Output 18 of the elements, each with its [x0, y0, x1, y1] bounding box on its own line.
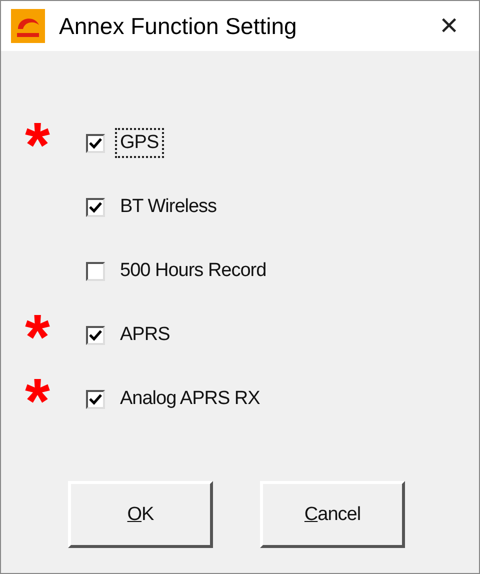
checkbox[interactable] — [86, 198, 105, 216]
checkbox[interactable] — [86, 390, 105, 408]
close-button[interactable]: ✕ — [429, 12, 469, 40]
cancel-button[interactable]: Cancel — [260, 481, 405, 548]
checkbox[interactable] — [86, 262, 105, 280]
ok-button[interactable]: OK — [68, 481, 213, 548]
checkbox-label[interactable]: BT Wireless — [115, 192, 222, 222]
checkbox[interactable] — [86, 134, 105, 152]
checkbox-label[interactable]: GPS — [115, 128, 164, 158]
window-title: Annex Function Setting — [59, 12, 298, 40]
app-logo-icon — [11, 9, 45, 43]
checkbox[interactable] — [86, 326, 105, 344]
asterisk-marker: * — [25, 305, 50, 369]
checkbox-label[interactable]: 500 Hours Record — [115, 256, 272, 286]
asterisk-marker: * — [25, 369, 50, 433]
checkbox-label[interactable]: Analog APRS RX — [115, 384, 265, 414]
checkbox-label[interactable]: APRS — [115, 320, 175, 350]
asterisk-marker: * — [25, 113, 50, 177]
